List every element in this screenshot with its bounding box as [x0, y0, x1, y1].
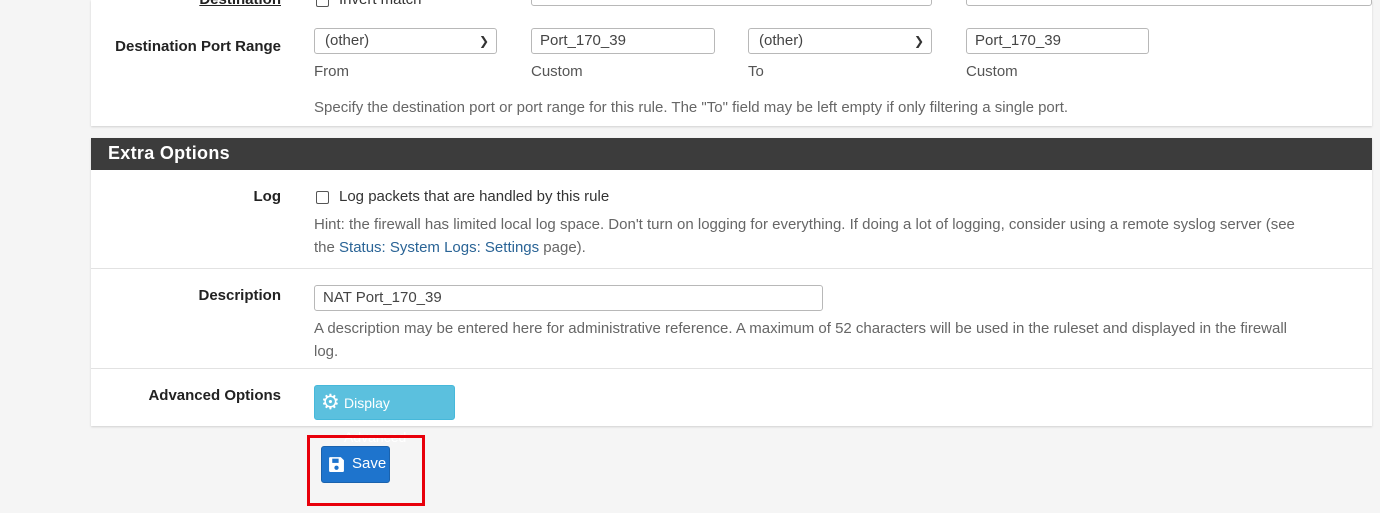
extra-options-header: Extra Options — [91, 138, 1372, 170]
divider — [91, 368, 1372, 369]
destination-label[interactable]: Destination — [91, 0, 281, 8]
highlight-box — [307, 435, 425, 506]
from-sublabel: From — [314, 63, 349, 80]
port-from-custom-input[interactable]: Port_170_39 — [531, 28, 715, 54]
advanced-options-label: Advanced Options — [148, 387, 281, 404]
invert-match-checkbox[interactable] — [316, 0, 329, 7]
display-advanced-button[interactable]: ⚙ Display Advanced — [314, 385, 455, 445]
port-to-custom-input[interactable]: Port_170_39 — [966, 28, 1149, 54]
to-sublabel: To — [748, 63, 764, 80]
description-help-line1: A description may be entered here for ad… — [314, 320, 1288, 337]
chevron-down-icon: ❯ — [913, 34, 924, 48]
description-input[interactable]: NAT Port_170_39 — [314, 285, 823, 311]
destination-address-input[interactable] — [966, 0, 1372, 6]
destination-address-select[interactable] — [531, 0, 932, 6]
firewall-rule-edit-page: Destination Invert match Destination Por… — [0, 0, 1380, 513]
description-help-line2: log. — [314, 343, 339, 360]
gear-icon: ⚙ — [321, 391, 340, 414]
log-hint-line1: Hint: the firewall has limited local log… — [314, 216, 1295, 233]
log-hint: Hint: the firewall has limited local log… — [314, 213, 1364, 259]
custom-sublabel-to: Custom — [966, 63, 1018, 80]
log-hint-line2: the Status: System Logs: Settings page). — [314, 236, 1364, 259]
port-range-help: Specify the destination port or port ran… — [314, 99, 1069, 116]
log-hint-prefix: the — [314, 239, 340, 256]
port-range-label: Destination Port Range — [115, 38, 281, 55]
divider — [91, 268, 1372, 269]
destination-panel: Destination Invert match Destination Por… — [91, 0, 1372, 126]
port-to-select-value: (other) — [759, 32, 804, 49]
custom-sublabel-from: Custom — [531, 63, 583, 80]
extra-options-panel: Extra Options Log Log packets that are h… — [91, 138, 1372, 445]
description-help: A description may be entered here for ad… — [314, 317, 1364, 363]
log-checkbox-label: Log packets that are handled by this rul… — [339, 188, 610, 205]
chevron-down-icon: ❯ — [478, 34, 489, 48]
log-label: Log — [253, 188, 282, 205]
port-to-select[interactable]: (other) ❯ — [748, 28, 932, 54]
log-checkbox[interactable] — [316, 191, 329, 204]
log-hint-suffix: page). — [539, 239, 586, 256]
description-label: Description — [198, 287, 281, 304]
system-logs-settings-link[interactable]: Status: System Logs: Settings — [339, 239, 539, 256]
port-from-select[interactable]: (other) ❯ — [314, 28, 497, 54]
invert-match-label: Invert match — [339, 0, 422, 8]
port-from-select-value: (other) — [325, 32, 370, 49]
